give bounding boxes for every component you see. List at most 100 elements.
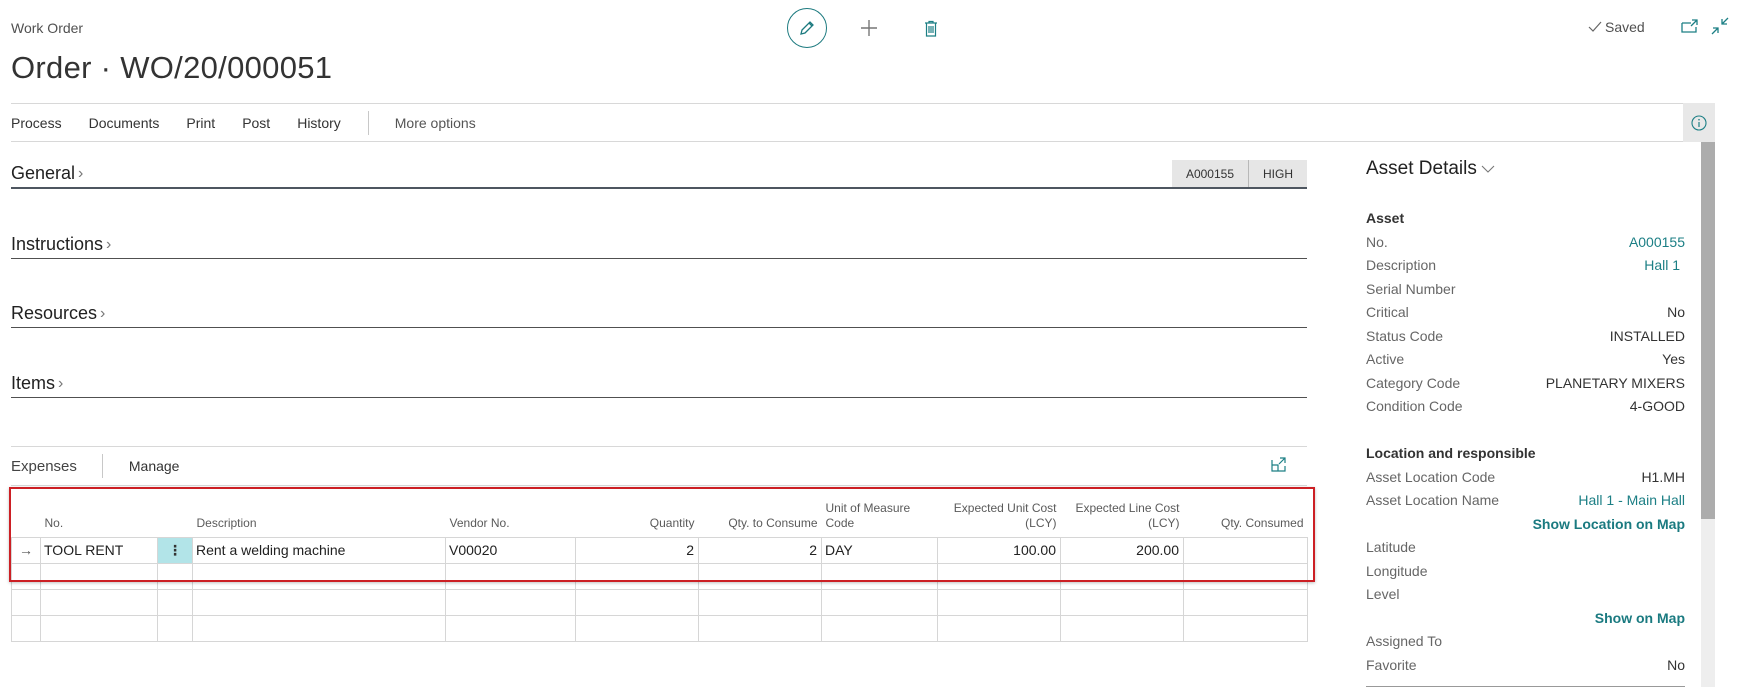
empty-cell[interactable]: [575, 588, 699, 616]
action-documents[interactable]: Documents: [89, 115, 160, 131]
column-header-qty-to-consume[interactable]: Qty. to Consume: [698, 490, 822, 538]
delete-button[interactable]: [918, 12, 944, 44]
empty-cell[interactable]: [1060, 614, 1184, 642]
empty-cell[interactable]: [937, 588, 1061, 616]
fasttab-general-header[interactable]: General ›: [11, 163, 83, 184]
field-label: Longitude: [1366, 562, 1428, 579]
empty-cell[interactable]: [40, 588, 158, 616]
grid-header-row: No. Description Vendor No. Quantity Qty.…: [11, 490, 1308, 538]
asset-field-location-name: Asset Location Name Hall 1 - Main Hall: [1366, 489, 1685, 513]
empty-cell[interactable]: [698, 562, 822, 590]
fasttab-general: General › A000155 HIGH: [11, 157, 1307, 189]
new-button[interactable]: [855, 12, 883, 44]
show-on-map-link[interactable]: Show on Map: [1595, 607, 1685, 631]
empty-cell[interactable]: [40, 614, 158, 642]
expenses-title[interactable]: Expenses: [11, 458, 77, 475]
asset-no-link[interactable]: A000155: [1629, 231, 1685, 255]
open-in-new-window-icon: [1681, 19, 1698, 33]
cell-vendor-no[interactable]: V00020: [445, 536, 576, 564]
empty-cell[interactable]: [698, 614, 822, 642]
cell-qty-to-consume[interactable]: 2: [698, 536, 822, 564]
empty-cell[interactable]: [821, 562, 938, 590]
more-options-button[interactable]: More options: [395, 115, 476, 131]
empty-cell[interactable]: [575, 562, 699, 590]
open-new-window-button[interactable]: [1680, 16, 1702, 38]
asset-field-critical: Critical No: [1366, 301, 1685, 325]
asset-field-favorite: Favorite No: [1366, 654, 1685, 678]
empty-cell[interactable]: [575, 614, 699, 642]
action-history[interactable]: History: [297, 115, 341, 131]
empty-cell: [157, 588, 193, 616]
cell-expected-line-cost[interactable]: 200.00: [1060, 536, 1184, 564]
empty-row[interactable]: [11, 588, 1308, 616]
table-row[interactable]: → TOOL RENT ⋮ Rent a welding machine V00…: [11, 536, 1308, 564]
cell-expected-unit-cost[interactable]: 100.00: [937, 536, 1061, 564]
empty-cell: [11, 562, 41, 590]
action-print[interactable]: Print: [186, 115, 215, 131]
column-header-unit-of-measure[interactable]: Unit of Measure Code: [821, 490, 938, 538]
location-name-link[interactable]: Hall 1 - Main Hall: [1578, 489, 1685, 513]
empty-cell[interactable]: [445, 614, 576, 642]
column-header-quantity[interactable]: Quantity: [575, 490, 699, 538]
fasttab-general-label: General: [11, 163, 76, 183]
empty-cell[interactable]: [937, 562, 1061, 590]
field-value: PLANETARY MIXERS: [1545, 374, 1685, 391]
field-label: Description: [1366, 257, 1437, 273]
cell-description[interactable]: Rent a welding machine: [192, 536, 446, 564]
empty-cell[interactable]: [1060, 562, 1184, 590]
empty-cell[interactable]: [192, 588, 446, 616]
fasttab-instructions-label: Instructions: [11, 234, 104, 254]
show-location-on-map-link[interactable]: Show Location on Map: [1533, 513, 1685, 537]
empty-row[interactable]: [11, 562, 1308, 590]
asset-description-link[interactable]: Hall 1: [1644, 254, 1685, 278]
empty-cell[interactable]: [192, 614, 446, 642]
column-header-description[interactable]: Description: [192, 490, 446, 538]
expand-part-button[interactable]: [1270, 455, 1290, 475]
fasttab-resources-header[interactable]: Resources ›: [11, 303, 105, 324]
empty-cell[interactable]: [192, 562, 446, 590]
cell-unit-of-measure[interactable]: DAY: [821, 536, 938, 564]
empty-cell[interactable]: [821, 588, 938, 616]
empty-cell[interactable]: [1183, 588, 1308, 616]
field-label: Latitude: [1366, 539, 1416, 555]
trash-icon: [925, 20, 937, 37]
empty-cell[interactable]: [1183, 614, 1308, 642]
cell-qty-consumed[interactable]: [1183, 536, 1308, 564]
field-value: No: [1667, 304, 1685, 320]
column-header-no[interactable]: No.: [40, 490, 158, 538]
page-title: Order · WO/20/000051: [11, 50, 333, 85]
fasttab-resources: Resources ›: [11, 296, 1307, 328]
empty-cell[interactable]: [821, 614, 938, 642]
empty-cell[interactable]: [937, 614, 1061, 642]
action-post[interactable]: Post: [242, 115, 270, 131]
action-bar-divider: [367, 110, 369, 135]
empty-cell[interactable]: [1183, 562, 1308, 590]
empty-cell[interactable]: [698, 588, 822, 616]
factbox-toggle-button[interactable]: [1683, 103, 1715, 142]
empty-cell[interactable]: [1060, 588, 1184, 616]
cell-quantity[interactable]: 2: [575, 536, 699, 564]
collapse-button[interactable]: [1710, 16, 1732, 38]
fasttab-instructions-header[interactable]: Instructions ›: [11, 234, 111, 255]
column-header-vendor-no[interactable]: Vendor No.: [445, 490, 576, 538]
edit-button[interactable]: [787, 8, 827, 48]
empty-cell[interactable]: [40, 562, 158, 590]
asset-field-serial-number: Serial Number: [1366, 278, 1685, 302]
action-process[interactable]: Process: [11, 115, 62, 131]
asset-details-header[interactable]: Asset Details: [1366, 158, 1495, 180]
row-menu-button[interactable]: ⋮: [157, 536, 193, 564]
field-label: Serial Number: [1366, 280, 1456, 297]
empty-cell[interactable]: [445, 588, 576, 616]
column-header-expected-unit-cost[interactable]: Expected Unit Cost (LCY): [937, 490, 1061, 538]
field-value: INSTALLED: [1609, 327, 1685, 344]
column-header-qty-consumed[interactable]: Qty. Consumed: [1183, 490, 1308, 538]
saved-status: Saved: [1588, 19, 1645, 35]
manage-button[interactable]: Manage: [129, 458, 180, 474]
cell-no[interactable]: TOOL RENT: [40, 536, 158, 564]
expenses-toolbar: [11, 446, 1307, 486]
fasttab-items-header[interactable]: Items ›: [11, 373, 63, 394]
empty-row[interactable]: [11, 614, 1308, 642]
column-header-expected-line-cost[interactable]: Expected Line Cost (LCY): [1060, 490, 1184, 538]
empty-cell[interactable]: [445, 562, 576, 590]
factbox-scrollbar-thumb[interactable]: [1701, 142, 1715, 519]
